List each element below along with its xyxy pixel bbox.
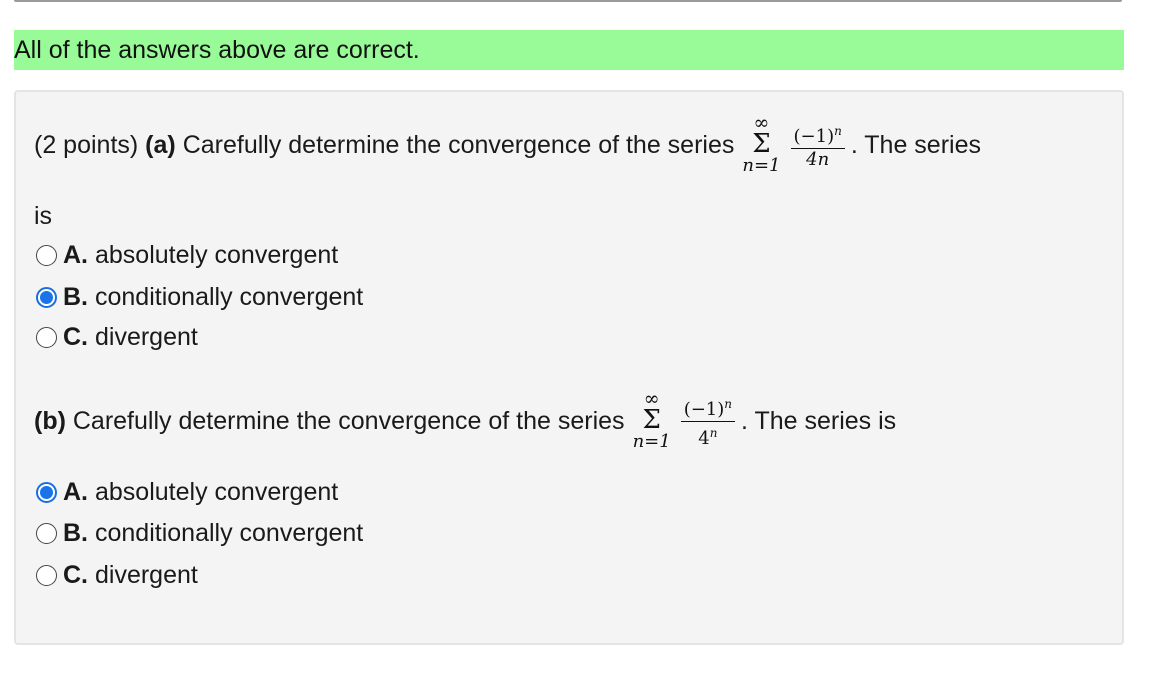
question-a-prompt: Carefully determine the convergence of t… <box>182 130 735 159</box>
question-a-continuation: is <box>34 202 53 230</box>
option-letter: B. <box>63 519 88 547</box>
sigma-icon: Σ <box>752 129 771 159</box>
numerator-a-exp: n <box>834 123 842 138</box>
numerator-b: (−1)n <box>680 393 736 422</box>
option-text: divergent <box>95 323 198 351</box>
sigma-icon: Σ <box>642 405 661 435</box>
sum-a-lower: n=1 <box>742 155 781 176</box>
denominator-b-base: 4 <box>698 427 710 449</box>
numerator-a-base: (−1) <box>793 125 835 147</box>
fraction-a: (−1)n 4n <box>790 120 845 171</box>
option-text: divergent <box>95 561 198 589</box>
numerator-a: (−1)n <box>790 120 845 149</box>
option-letter: A. <box>63 241 88 269</box>
radio-icon[interactable] <box>36 523 57 544</box>
denominator-b-exp: n <box>709 425 718 440</box>
series-b-formula: ∞ Σ n=1 (−1)n 4n <box>633 390 736 452</box>
fraction-b: (−1)n 4n <box>680 393 736 450</box>
option-letter: A. <box>63 478 88 506</box>
denominator-a: 4n <box>806 148 830 170</box>
numerator-b-exp: n <box>724 396 733 411</box>
option-letter: B. <box>63 283 88 311</box>
radio-icon[interactable] <box>36 327 57 348</box>
option-letter: C. <box>63 561 88 589</box>
series-a-formula: ∞ Σ n=1 (−1)n 4n <box>742 114 845 176</box>
problem-panel: (2 points) (a) Carefully determine the c… <box>14 90 1124 645</box>
radio-checked-icon[interactable] <box>36 482 57 503</box>
summation-a: ∞ Σ n=1 <box>742 114 780 176</box>
option-b-divergent[interactable]: C. divergent <box>36 561 198 590</box>
option-a-conditionally[interactable]: B. conditionally convergent <box>36 283 363 312</box>
points-label: (2 points) <box>34 130 139 159</box>
option-letter: C. <box>63 323 88 351</box>
part-a-label: (a) <box>145 130 176 159</box>
denominator-b: 4n <box>698 422 717 450</box>
option-a-absolutely[interactable]: A. absolutely convergent <box>36 241 338 270</box>
question-b-after: . The series is <box>741 406 897 435</box>
question-b-prompt: Carefully determine the convergence of t… <box>72 406 625 435</box>
option-text: absolutely convergent <box>95 478 339 506</box>
option-text: conditionally convergent <box>95 519 364 547</box>
radio-checked-icon[interactable] <box>36 287 57 308</box>
sum-b-lower: n=1 <box>632 431 671 452</box>
part-b-label: (b) <box>34 406 66 435</box>
radio-icon[interactable] <box>36 245 57 266</box>
question-b: (b) Carefully determine the convergence … <box>34 390 896 452</box>
option-text: conditionally convergent <box>95 283 364 311</box>
top-divider <box>14 0 1122 2</box>
radio-icon[interactable] <box>36 565 57 586</box>
question-a-after: . The series <box>850 130 981 159</box>
option-a-divergent[interactable]: C. divergent <box>36 323 198 352</box>
correct-banner: All of the answers above are correct. <box>14 30 1124 70</box>
option-text: absolutely convergent <box>95 241 339 269</box>
summation-b: ∞ Σ n=1 <box>633 390 671 452</box>
option-b-absolutely[interactable]: A. absolutely convergent <box>36 478 338 507</box>
numerator-b-base: (−1) <box>683 398 725 420</box>
question-a: (2 points) (a) Carefully determine the c… <box>34 114 981 176</box>
option-b-conditionally[interactable]: B. conditionally convergent <box>36 519 363 548</box>
